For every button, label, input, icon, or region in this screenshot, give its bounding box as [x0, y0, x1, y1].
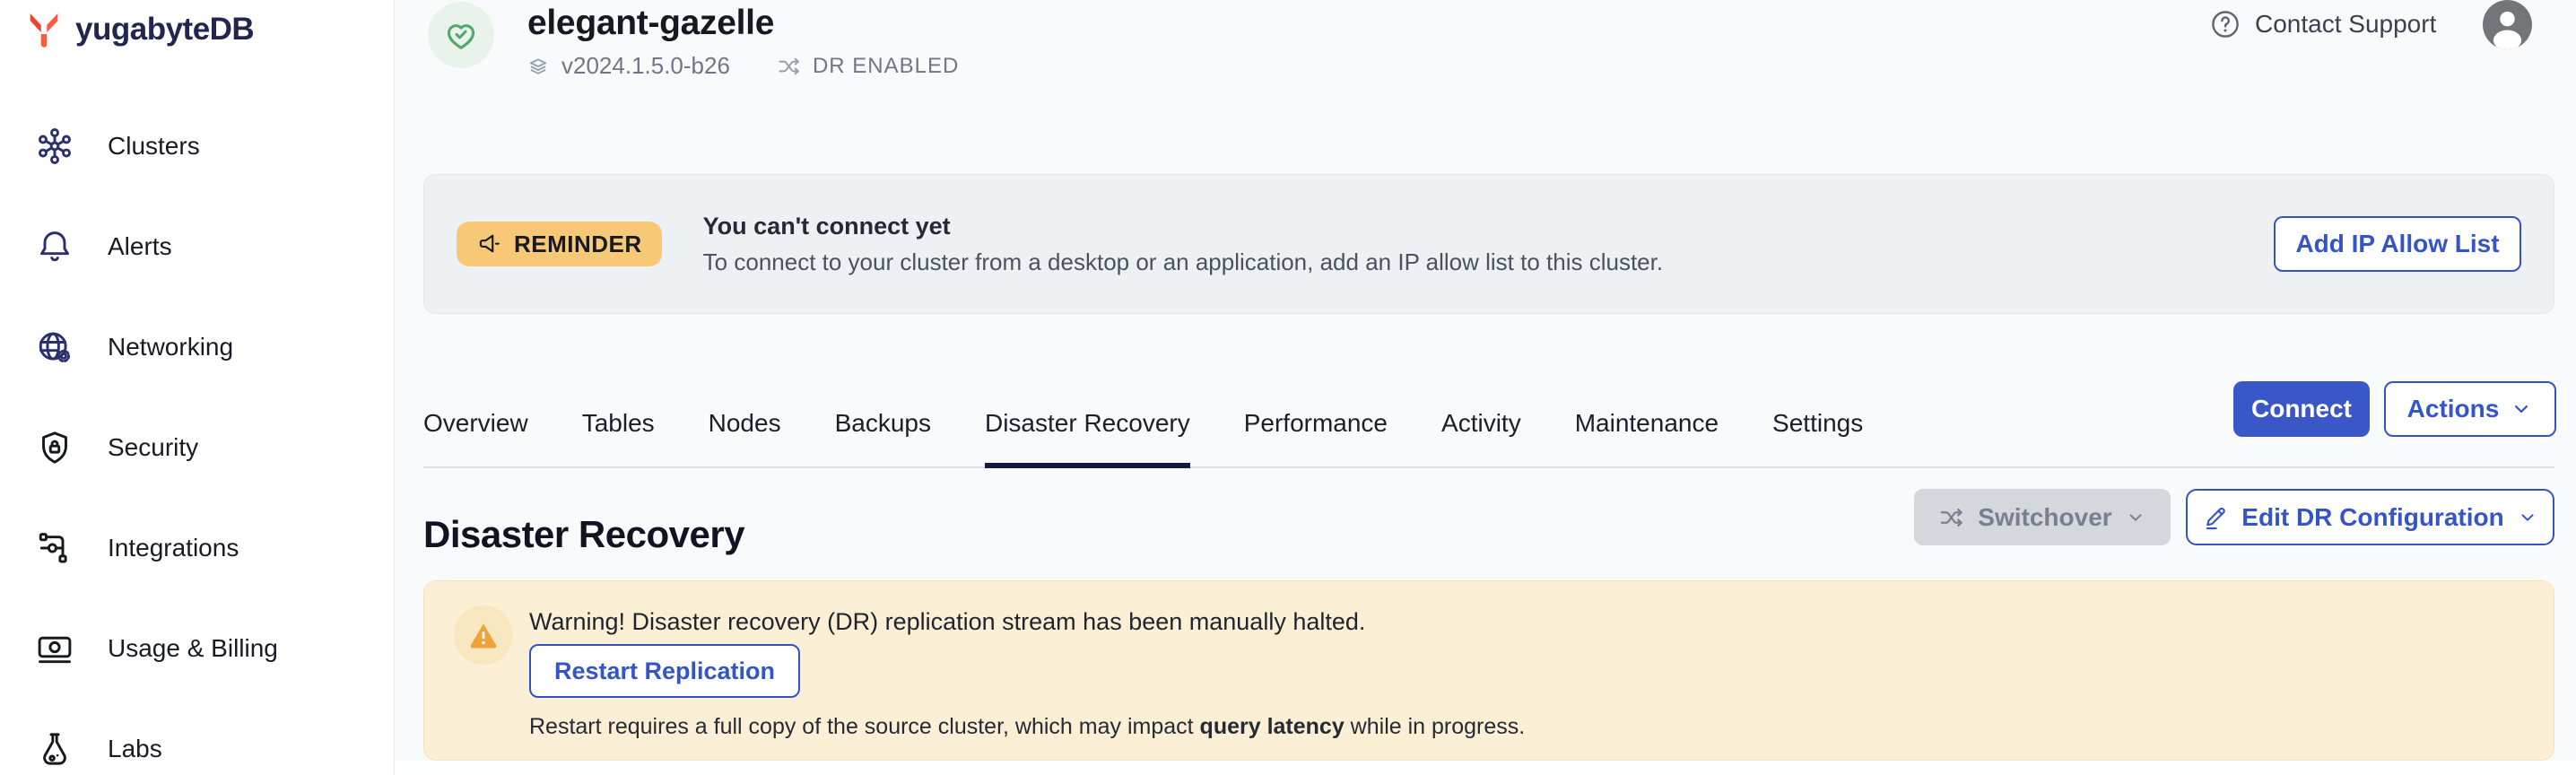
shield-lock-icon [34, 427, 75, 468]
clusters-icon [34, 126, 75, 167]
sidebar-item-label: Usage & Billing [108, 634, 278, 663]
page-title: Disaster Recovery [423, 513, 744, 556]
sidebar-item-labs[interactable]: Labs [0, 699, 394, 775]
sidebar-item-label: Labs [108, 735, 162, 763]
switchover-dropdown-button[interactable]: Switchover [1914, 489, 2171, 545]
tab-disaster-recovery[interactable]: Disaster Recovery [985, 380, 1190, 466]
question-circle-icon [2208, 7, 2242, 41]
chevron-down-icon [2125, 507, 2146, 528]
cluster-actions: Connect Actions [2233, 381, 2556, 437]
layers-icon [526, 54, 551, 79]
sidebar-item-label: Alerts [108, 232, 172, 261]
tab-performance[interactable]: Performance [1244, 380, 1388, 466]
connect-button[interactable]: Connect [2233, 381, 2370, 437]
tab-nodes[interactable]: Nodes [709, 380, 781, 466]
sidebar-item-networking[interactable]: Networking [0, 297, 394, 397]
pencil-icon [2202, 504, 2229, 531]
billing-icon [34, 628, 75, 669]
actions-dropdown-button[interactable]: Actions [2384, 381, 2556, 437]
bell-icon [34, 226, 75, 267]
cluster-name-title: elegant-gazelle [527, 4, 774, 43]
switchover-label: Switchover [1978, 503, 2111, 532]
edit-dr-label: Edit DR Configuration [2241, 503, 2503, 532]
reminder-message: To connect to your cluster from a deskto… [703, 248, 1663, 276]
yugabytedb-logo-icon [23, 9, 65, 50]
contact-support-link[interactable]: Contact Support [2208, 7, 2436, 41]
flask-icon [34, 728, 75, 770]
actions-label: Actions [2407, 395, 2500, 423]
sidebar-item-label: Integrations [108, 534, 239, 562]
sidebar-item-usage-billing[interactable]: Usage & Billing [0, 598, 394, 699]
tab-settings[interactable]: Settings [1772, 380, 1863, 466]
reminder-texts: You can't connect yet To connect to your… [703, 213, 1663, 276]
sidebar-item-alerts[interactable]: Alerts [0, 196, 394, 297]
warning-title: Warning! Disaster recovery (DR) replicat… [529, 608, 1365, 636]
globe-gear-icon [34, 327, 75, 368]
contact-support-label: Contact Support [2255, 10, 2436, 39]
dr-halted-warning-banner: Warning! Disaster recovery (DR) replicat… [423, 580, 2554, 761]
cluster-meta: v2024.1.5.0-b26 DR ENABLED [526, 52, 959, 80]
chevron-down-icon [2517, 507, 2538, 528]
edit-dr-configuration-button[interactable]: Edit DR Configuration [2186, 489, 2554, 545]
add-ip-allow-list-button[interactable]: Add IP Allow List [2274, 216, 2521, 272]
warning-note-bold: query latency [1200, 714, 1345, 739]
sidebar-item-clusters[interactable]: Clusters [0, 96, 394, 196]
reminder-banner: REMINDER You can't connect yet To connec… [423, 174, 2554, 314]
sidebar-item-label: Clusters [108, 132, 200, 161]
app-root: yugabyteDB Clusters [0, 0, 2576, 775]
sidebar-item-label: Networking [108, 333, 233, 361]
restart-replication-button[interactable]: Restart Replication [529, 644, 800, 698]
content-bottom-strip [395, 762, 2576, 775]
tab-maintenance[interactable]: Maintenance [1575, 380, 1719, 466]
heart-check-icon [441, 15, 481, 55]
sidebar-item-security[interactable]: Security [0, 397, 394, 498]
warning-triangle-icon [467, 619, 500, 651]
integrations-icon [34, 527, 75, 569]
sidebar-nav: Clusters Alerts [0, 96, 394, 775]
dr-enabled-badge: DR ENABLED [813, 54, 959, 79]
warning-icon-circle [454, 605, 513, 665]
sidebar-item-label: Security [108, 433, 198, 462]
reminder-badge: REMINDER [457, 222, 662, 266]
tab-activity[interactable]: Activity [1441, 380, 1521, 466]
cluster-health-badge [428, 2, 494, 68]
tab-backups[interactable]: Backups [835, 380, 931, 466]
sidebar: yugabyteDB Clusters [0, 0, 395, 775]
tab-tables[interactable]: Tables [582, 380, 655, 466]
shuffle-icon [777, 54, 802, 79]
yugabytedb-logo[interactable]: yugabyteDB [23, 9, 254, 50]
chevron-down-icon [2510, 397, 2533, 421]
dr-action-buttons: Switchover Edit DR Configuration [1914, 489, 2554, 545]
reminder-badge-label: REMINDER [514, 231, 642, 258]
logo-text: yugabyteDB [75, 12, 254, 48]
reminder-title: You can't connect yet [703, 213, 1663, 240]
user-avatar[interactable] [2483, 0, 2532, 49]
warning-note: Restart requires a full copy of the sour… [529, 714, 1525, 740]
shuffle-icon [1938, 504, 1965, 531]
cluster-version: v2024.1.5.0-b26 [561, 52, 730, 80]
tab-overview[interactable]: Overview [423, 380, 528, 466]
megaphone-icon [476, 231, 503, 257]
sidebar-item-integrations[interactable]: Integrations [0, 498, 394, 598]
